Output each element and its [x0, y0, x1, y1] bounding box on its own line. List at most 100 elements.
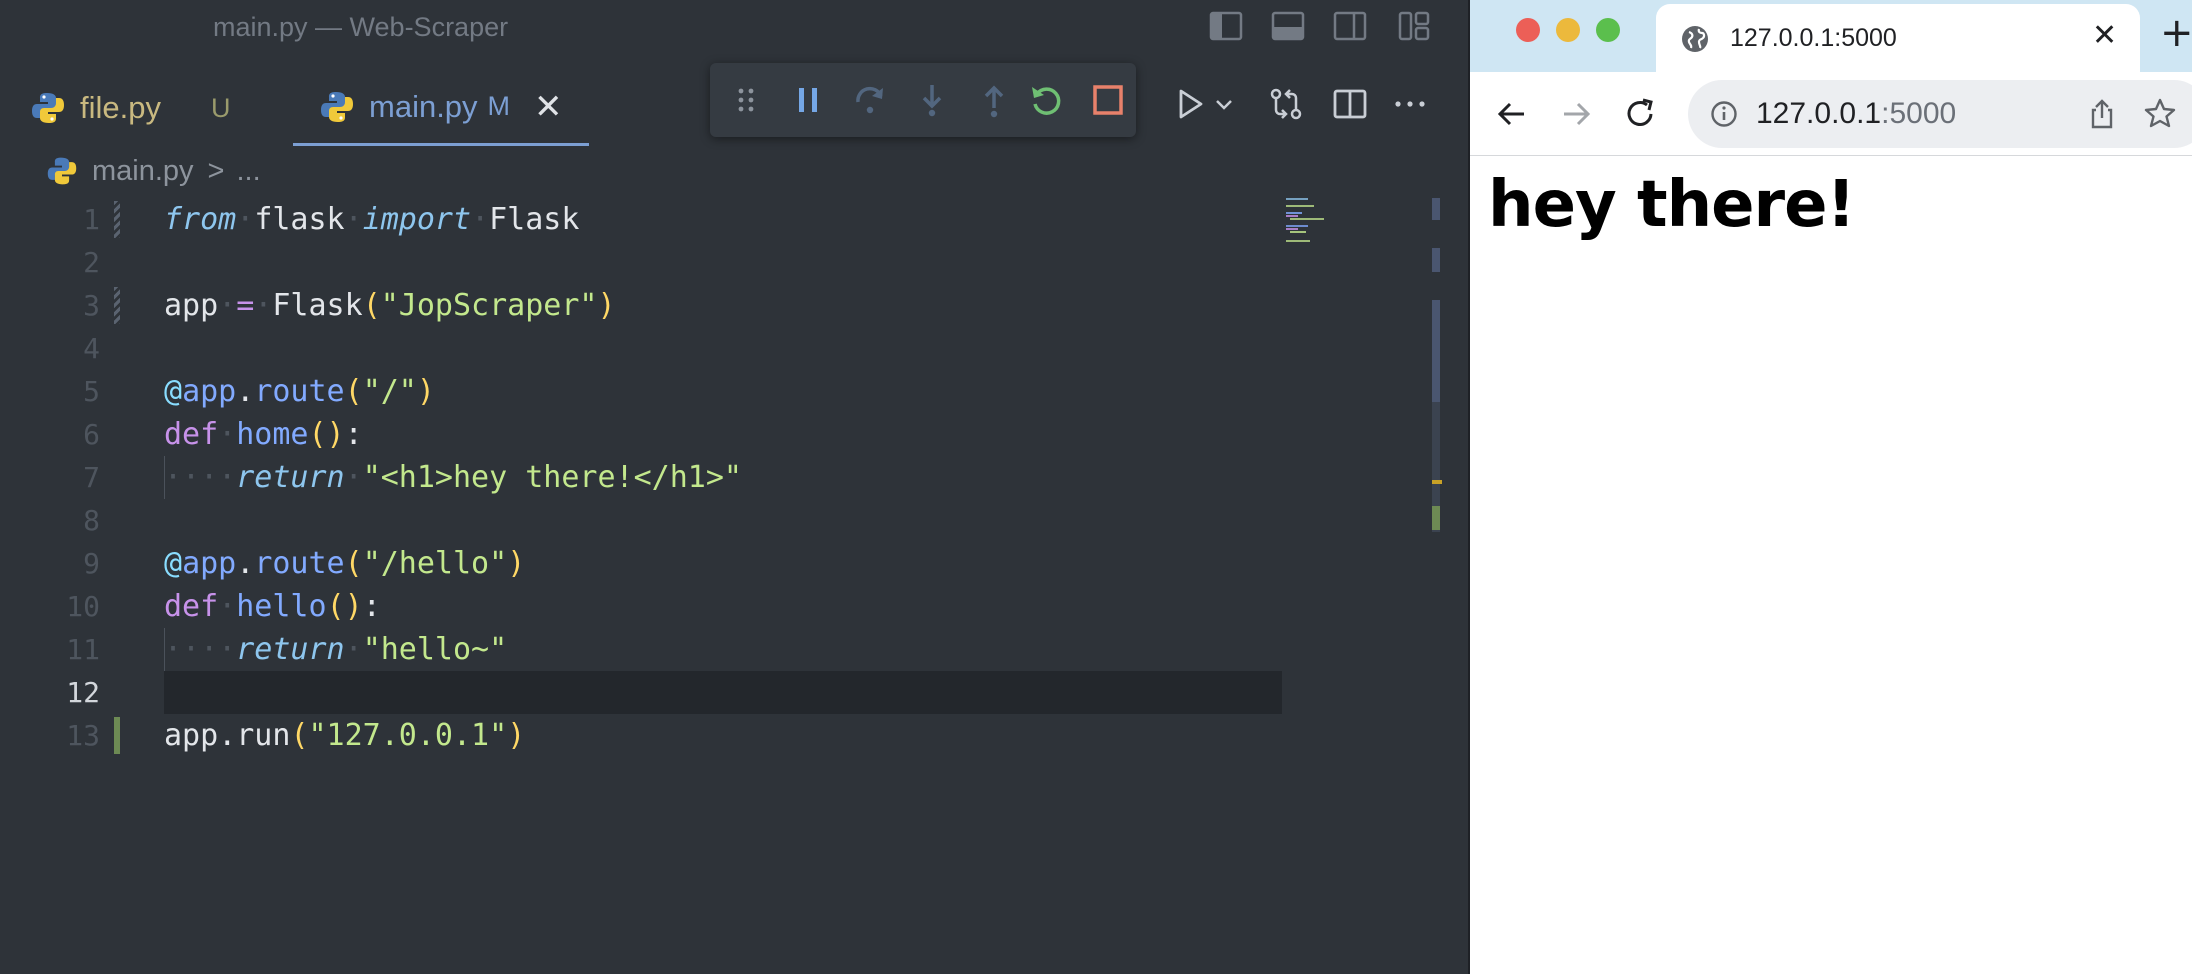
page-heading: hey there! — [1488, 168, 1856, 242]
close-window-button[interactable] — [1516, 18, 1540, 42]
address-bar[interactable]: 127.0.0.1:5000 — [1688, 80, 2192, 148]
step-over-icon[interactable] — [850, 80, 890, 120]
breadcrumb-file[interactable]: main.py — [92, 155, 194, 188]
back-arrow-icon[interactable] — [1492, 94, 1532, 134]
line-number: 2 — [83, 246, 100, 279]
code-line[interactable]: 4 — [0, 327, 1290, 370]
string-token: "<h1>hey there!</h1>" — [362, 460, 742, 495]
new-tab-icon[interactable]: + — [2160, 10, 2192, 56]
run-python-file-icon[interactable] — [1170, 84, 1210, 124]
code-line[interactable]: 11 ····return·"hello~" — [0, 628, 1290, 671]
reload-icon[interactable] — [1620, 94, 1660, 134]
keyword-token: return — [236, 460, 345, 495]
drag-handle-icon[interactable] — [726, 80, 766, 120]
window-title: main.py — Web-Scraper — [213, 12, 509, 42]
line-number: 8 — [83, 504, 100, 537]
url-port: :5000 — [1881, 97, 1957, 130]
paren-token: () — [308, 417, 345, 452]
forward-arrow-icon[interactable] — [1556, 94, 1596, 134]
dot-token: . — [236, 374, 255, 409]
git-change-marker[interactable] — [114, 201, 120, 238]
breadcrumb: main.py > ... — [46, 150, 261, 192]
line-number: 1 — [83, 203, 100, 236]
pause-icon[interactable] — [788, 80, 828, 120]
close-tab-icon[interactable]: ✕ — [534, 87, 563, 127]
step-into-icon[interactable] — [912, 80, 952, 120]
bookmark-star-icon[interactable] — [2142, 96, 2178, 132]
line-content: def·home(): — [164, 417, 363, 452]
operator-token: = — [236, 288, 255, 323]
code-line[interactable]: 6 def·home(): — [0, 413, 1290, 456]
line-number: 13 — [66, 719, 100, 752]
restart-icon[interactable] — [1026, 80, 1066, 120]
current-line-highlight — [164, 671, 1282, 714]
customize-layout-icon[interactable] — [1396, 8, 1432, 44]
toggle-panel-icon[interactable] — [1270, 8, 1306, 44]
minimap[interactable] — [1284, 196, 1354, 256]
code-line[interactable]: 3 app·=·Flask("JopScraper") — [0, 284, 1290, 327]
string-token: "127.0.0.1" — [308, 718, 508, 753]
paren-token: ( — [344, 546, 363, 581]
method-token: route — [254, 374, 345, 409]
tab-main-py[interactable]: main.py M ✕ — [293, 70, 589, 146]
line-number: 10 — [66, 590, 100, 623]
chevron-down-icon[interactable] — [1212, 84, 1236, 124]
browser-toolbar: 127.0.0.1:5000 — [1470, 72, 2192, 156]
code-line[interactable]: 10 def·hello(): — [0, 585, 1290, 628]
step-out-icon[interactable] — [974, 80, 1014, 120]
tab-label: file.py — [80, 90, 161, 125]
code-editor-window: main.py — Web-Scraper file.py U main.py … — [0, 0, 1468, 974]
git-change-marker[interactable] — [114, 287, 120, 324]
keyword-token: def — [164, 417, 219, 452]
split-editor-icon[interactable] — [1330, 84, 1370, 124]
class-token: Flask — [272, 288, 363, 323]
open-changes-icon[interactable] — [1266, 84, 1306, 124]
code-line[interactable]: 9 @app.route("/hello") — [0, 542, 1290, 585]
stop-icon[interactable] — [1088, 80, 1128, 120]
object-token: app — [164, 718, 219, 753]
browser-window: 127.0.0.1:5000 ✕ + 127.0.0.1:5000 hey th… — [1468, 0, 2192, 974]
line-number: 3 — [83, 289, 100, 322]
paren-token: ) — [597, 288, 616, 323]
url-text[interactable]: 127.0.0.1:5000 — [1756, 97, 1956, 131]
site-info-icon[interactable] — [1710, 100, 1738, 128]
line-content: from·flask·import·Flask — [164, 202, 580, 237]
line-content: app.run("127.0.0.1") — [164, 714, 525, 757]
code-line[interactable]: 1 from·flask·import·Flask — [0, 198, 1290, 241]
breadcrumb-symbols[interactable]: ... — [236, 155, 260, 188]
string-token: "hello~" — [362, 632, 508, 667]
decorator-token: @ — [164, 374, 183, 409]
breadcrumb-separator: > — [207, 154, 225, 187]
string-token: "/" — [362, 374, 417, 409]
tab-label: main.py — [369, 88, 478, 124]
share-icon[interactable] — [2084, 96, 2120, 132]
git-added-marker[interactable] — [114, 717, 120, 754]
line-number: 7 — [83, 461, 100, 494]
line-number: 5 — [83, 375, 100, 408]
browser-tab[interactable]: 127.0.0.1:5000 ✕ — [1656, 4, 2140, 72]
code-line[interactable]: 7 ····return·"<h1>hey there!</h1>" — [0, 456, 1290, 499]
minimize-window-button[interactable] — [1556, 18, 1580, 42]
line-number: 9 — [83, 547, 100, 580]
code-line[interactable]: 13 app.run("127.0.0.1") — [0, 714, 1290, 757]
line-content: @app.route("/") — [164, 370, 435, 413]
globe-icon — [1682, 26, 1708, 52]
more-actions-icon[interactable] — [1390, 84, 1430, 124]
line-content: ····return·"<h1>hey there!</h1>" — [164, 460, 742, 495]
module-token: flask — [254, 202, 345, 237]
toggle-secondary-sidebar-icon[interactable] — [1332, 8, 1368, 44]
zoom-window-button[interactable] — [1596, 18, 1620, 42]
dot-token: . — [236, 546, 255, 581]
paren-token: ( — [362, 288, 381, 323]
code-line[interactable]: 2 — [0, 241, 1290, 284]
code-line-current[interactable]: 12 — [0, 671, 1290, 714]
code-line[interactable]: 5 @app.route("/") — [0, 370, 1290, 413]
name-token: Flask — [489, 202, 580, 237]
code-line[interactable]: 8 — [0, 499, 1290, 542]
editor-scrollbar[interactable] — [1432, 196, 1466, 536]
tab-file-py[interactable]: file.py U — [30, 70, 280, 146]
line-content: @app.route("/hello") — [164, 542, 525, 585]
close-tab-icon[interactable]: ✕ — [2092, 18, 2117, 53]
paren-token: ( — [344, 374, 363, 409]
toggle-primary-sidebar-icon[interactable] — [1208, 8, 1244, 44]
